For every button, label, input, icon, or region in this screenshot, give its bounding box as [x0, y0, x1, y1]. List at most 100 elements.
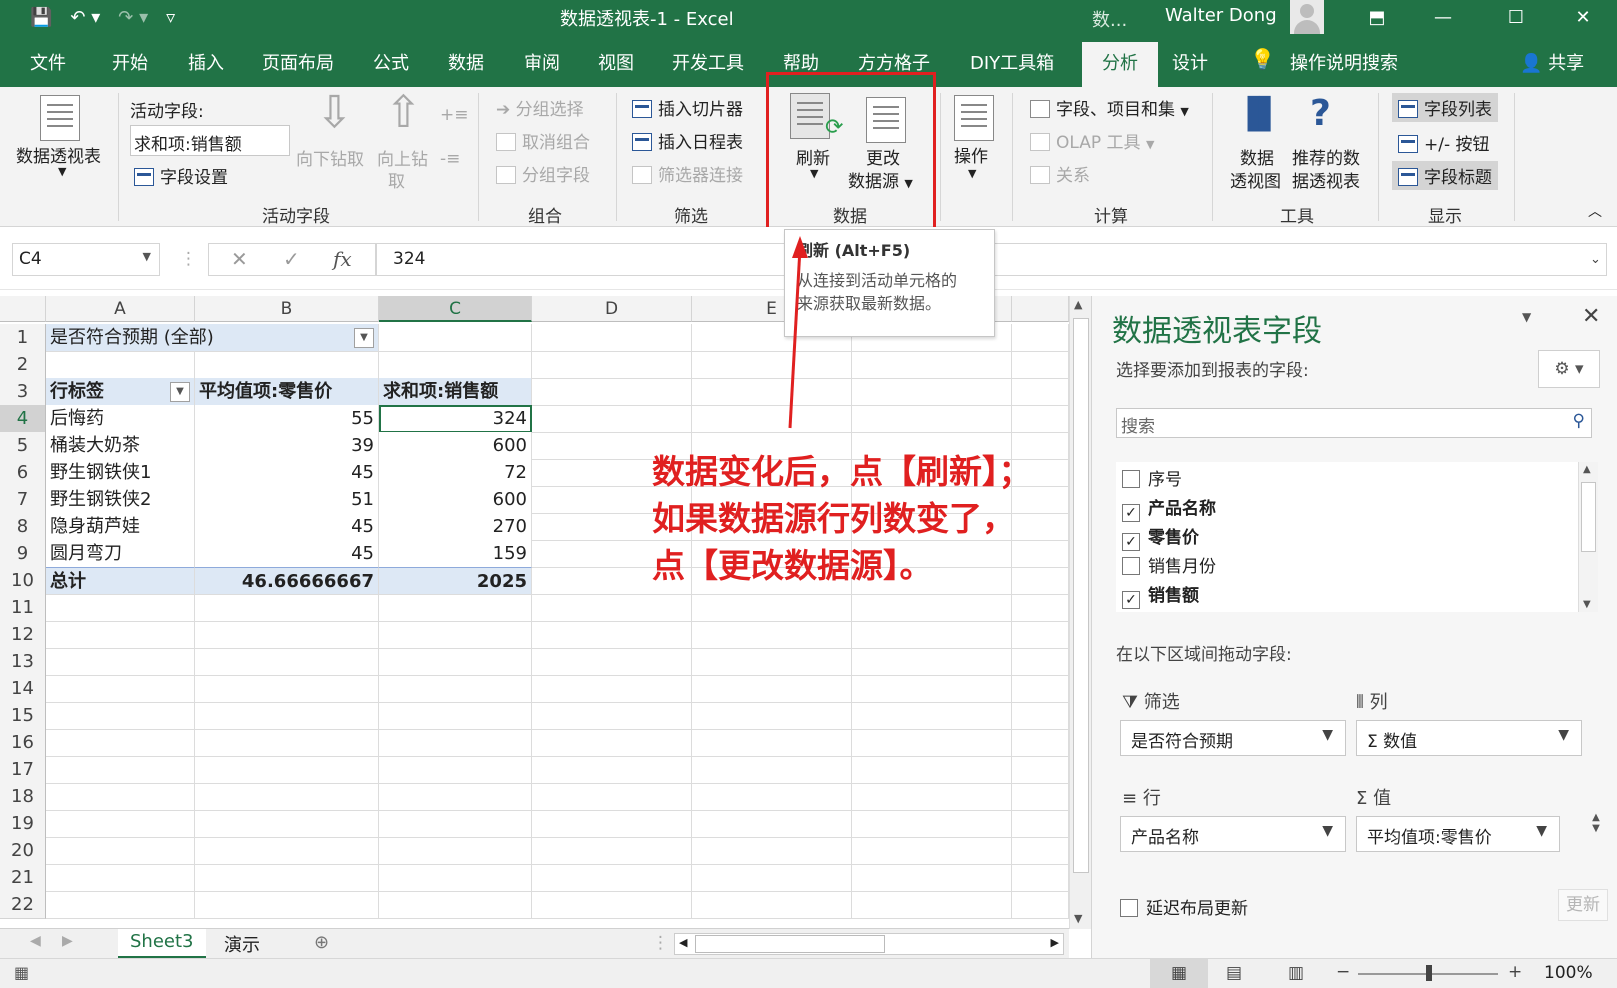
- grid-cell[interactable]: [852, 783, 1012, 811]
- chevron-down-icon[interactable]: ▼: [58, 165, 66, 178]
- buttons-toggle[interactable]: +/- 按钮: [1392, 128, 1496, 157]
- defer-checkbox-box[interactable]: [1120, 899, 1138, 917]
- scroll-up-icon[interactable]: ▲: [1074, 298, 1082, 311]
- grid-cell[interactable]: [1012, 648, 1069, 676]
- row-header[interactable]: 17: [0, 756, 46, 784]
- field-list-toggle[interactable]: 字段列表: [1392, 93, 1498, 122]
- field-checkbox[interactable]: [1122, 470, 1140, 488]
- grid-cell[interactable]: [1012, 702, 1069, 730]
- filters-area-item[interactable]: 是否符合预期 ▼: [1120, 720, 1346, 756]
- chevron-down-icon[interactable]: ▼: [143, 250, 151, 263]
- add-sheet-icon[interactable]: ⊕: [314, 932, 329, 953]
- actions-button[interactable]: 操作: [954, 142, 988, 167]
- grid-cell[interactable]: [692, 405, 852, 433]
- sheet-tab-demo[interactable]: 演示: [212, 929, 272, 959]
- avg-price-cell[interactable]: 39: [195, 432, 379, 460]
- horizontal-scrollbar[interactable]: ◀ ▶: [674, 933, 1064, 955]
- grid-cell[interactable]: [532, 405, 692, 433]
- pivot-chart-button[interactable]: 数据: [1240, 144, 1274, 169]
- insert-function-icon[interactable]: fx: [333, 247, 352, 271]
- collapse-field-icon[interactable]: -≡: [440, 149, 460, 169]
- grid-cell[interactable]: [692, 675, 852, 703]
- field-item[interactable]: ✓ 零售价: [1122, 524, 1199, 552]
- grid-cell[interactable]: [195, 702, 379, 730]
- grid-cell[interactable]: [692, 864, 852, 892]
- field-item[interactable]: ✓ 销售额: [1122, 582, 1199, 610]
- grid-cell[interactable]: [532, 891, 692, 919]
- grid-cell[interactable]: [532, 648, 692, 676]
- minimize-button[interactable]: —: [1420, 0, 1466, 35]
- grid-cell[interactable]: [1012, 783, 1069, 811]
- grid-cell[interactable]: [1012, 756, 1069, 784]
- sum-sales-cell[interactable]: 600: [379, 486, 532, 514]
- grid-cell[interactable]: [852, 594, 1012, 622]
- grid-cell[interactable]: [195, 783, 379, 811]
- filter-dropdown-icon[interactable]: ▼: [354, 328, 374, 348]
- grand-total-sum[interactable]: 2025: [379, 567, 532, 595]
- field-search-input[interactable]: 搜索 ⚲: [1116, 408, 1592, 438]
- grid-cell[interactable]: [1012, 864, 1069, 892]
- grid-cell[interactable]: [46, 837, 195, 865]
- row-header[interactable]: 19: [0, 810, 46, 838]
- grid-cell[interactable]: [46, 621, 195, 649]
- row-header[interactable]: 9: [0, 540, 46, 568]
- select-all-corner[interactable]: [0, 296, 46, 322]
- sheet-tab-sheet3[interactable]: Sheet3: [118, 929, 206, 959]
- ribbon-display-options-icon[interactable]: ⬒: [1354, 0, 1400, 35]
- avg-price-cell[interactable]: 55: [195, 405, 379, 433]
- avatar[interactable]: [1290, 0, 1324, 34]
- grid-cell[interactable]: [852, 810, 1012, 838]
- enter-icon[interactable]: ✓: [283, 247, 300, 271]
- field-list-scrollbar[interactable]: ▲ ▼: [1578, 462, 1598, 612]
- olap-tools-button[interactable]: OLAP 工具 ▼: [1030, 128, 1154, 153]
- drill-down-button[interactable]: 向下钻取: [296, 145, 364, 170]
- grid-cell[interactable]: [852, 621, 1012, 649]
- grid-cell[interactable]: [852, 729, 1012, 757]
- grid-cell[interactable]: [1012, 675, 1069, 703]
- grid-cell[interactable]: [852, 702, 1012, 730]
- grid-cell[interactable]: [692, 756, 852, 784]
- grid-cell[interactable]: [692, 702, 852, 730]
- grand-total-avg[interactable]: 46.66666667: [195, 567, 379, 595]
- close-button[interactable]: ✕: [1560, 0, 1606, 35]
- row-header[interactable]: 18: [0, 783, 46, 811]
- grid-cell[interactable]: [46, 756, 195, 784]
- columns-area-item[interactable]: Σ 数值 ▼: [1356, 720, 1582, 756]
- tab-data[interactable]: 数据: [448, 49, 484, 75]
- maximize-button[interactable]: ☐: [1493, 0, 1539, 35]
- chevron-down-icon[interactable]: ▼: [1536, 823, 1547, 839]
- grid-cell[interactable]: [46, 351, 195, 379]
- grid-cell[interactable]: [692, 378, 852, 406]
- grid-cell[interactable]: [46, 891, 195, 919]
- sum-sales-header[interactable]: 求和项:销售额: [379, 378, 532, 406]
- actions-icon[interactable]: [954, 95, 994, 141]
- grid-cell[interactable]: [379, 837, 532, 865]
- row-header[interactable]: 11: [0, 594, 46, 622]
- field-item[interactable]: 序号: [1122, 466, 1182, 494]
- row-header[interactable]: 4: [0, 405, 46, 433]
- insert-slicer-button[interactable]: 插入切片器: [632, 95, 743, 120]
- grid-cell[interactable]: [46, 864, 195, 892]
- grid-cell[interactable]: [692, 891, 852, 919]
- row-header[interactable]: 10: [0, 567, 46, 595]
- update-button[interactable]: 更新: [1558, 889, 1608, 921]
- row-header[interactable]: 13: [0, 648, 46, 676]
- pivot-table-button[interactable]: 数据透视表: [16, 142, 101, 167]
- grid-cell[interactable]: [532, 756, 692, 784]
- expand-formula-bar-icon[interactable]: ⌄: [1590, 252, 1601, 267]
- field-checkbox[interactable]: ✓: [1122, 591, 1140, 609]
- filter-cell[interactable]: 是否符合预期 (全部): [46, 324, 379, 352]
- rows-area-item[interactable]: 产品名称 ▼: [1120, 816, 1346, 852]
- scroll-down-icon[interactable]: ▼: [1074, 912, 1082, 925]
- customize-qat-icon[interactable]: ▿: [166, 7, 175, 28]
- avg-price-header[interactable]: 平均值项:零售价: [195, 378, 379, 406]
- filter-connections-button[interactable]: 筛选器连接: [632, 161, 743, 186]
- row-label-cell[interactable]: 隐身葫芦娃: [46, 513, 195, 541]
- grid-cell[interactable]: [46, 783, 195, 811]
- grid-cell[interactable]: [1012, 351, 1069, 379]
- grid-cell[interactable]: [532, 594, 692, 622]
- pane-options-icon[interactable]: ▼: [1522, 310, 1531, 324]
- grid-cell[interactable]: [692, 621, 852, 649]
- h-scroll-thumb[interactable]: [695, 935, 885, 953]
- grid-cell[interactable]: [852, 837, 1012, 865]
